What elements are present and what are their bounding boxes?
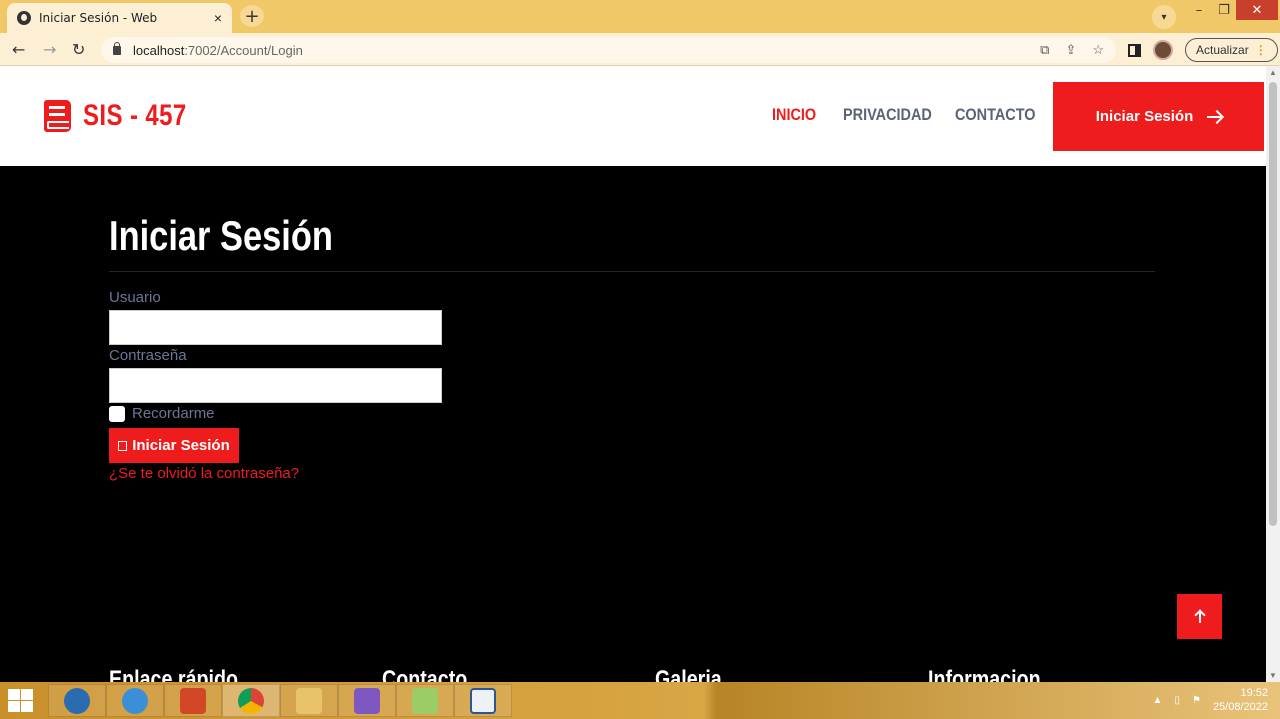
browser-toolbar: ← → ↻ localhost:7002/Account/Login ⧉ ⇪ ☆… [0, 33, 1280, 66]
os-taskbar: ▲ ▯ ⚑ 19:52 25/08/2022 [0, 682, 1280, 719]
share-icon[interactable]: ⇪ [1065, 42, 1076, 58]
update-label: Actualizar [1196, 43, 1249, 57]
clock-time: 19:52 [1240, 687, 1268, 699]
footer-heading-links: Enlace rápido [109, 666, 239, 682]
close-window-button[interactable]: ✕ [1236, 0, 1278, 20]
forgot-password-link[interactable]: ¿Se te olvidó la contraseña? [109, 465, 299, 482]
login-submit-button[interactable]: Iniciar Sesión [109, 428, 239, 463]
footer-heading-contact: Contacto [382, 666, 468, 682]
browser-tab[interactable]: Iniciar Sesión - Web × [7, 3, 232, 33]
bookmark-star-icon[interactable]: ☆ [1092, 42, 1104, 58]
system-tray: ▲ ▯ ⚑ 19:52 25/08/2022 [1153, 686, 1268, 714]
scroll-down-icon[interactable]: ▼ [1269, 671, 1277, 680]
powerpoint-icon[interactable] [164, 684, 222, 717]
header-login-button[interactable]: Iniciar Sesión [1053, 82, 1264, 151]
password-label: Contraseña [109, 347, 187, 364]
visual-studio-icon[interactable] [338, 684, 396, 717]
toolbar-right: Actualizar ⋮ [1128, 38, 1278, 62]
url-host: localhost [133, 42, 185, 58]
menu-dots-icon: ⋮ [1254, 43, 1267, 57]
flag-icon[interactable]: ⚑ [1192, 695, 1201, 706]
missing-glyph-icon [118, 440, 128, 451]
nav-link-privacidad[interactable]: PRIVACIDAD [843, 105, 932, 125]
url-text: localhost:7002/Account/Login [133, 43, 303, 58]
side-panel-icon[interactable] [1128, 43, 1141, 57]
scrollbar-thumb[interactable] [1269, 82, 1277, 526]
notepad-icon[interactable] [396, 684, 454, 717]
scroll-up-icon[interactable]: ▲ [1269, 68, 1277, 77]
omnibox-actions: ⧉ ⇪ ☆ [1040, 42, 1104, 58]
username-input[interactable] [109, 310, 442, 345]
tab-title: Iniciar Sesión - Web [39, 11, 158, 25]
search-app-icon[interactable] [48, 684, 106, 717]
internet-explorer-icon[interactable] [106, 684, 164, 717]
tab-search-icon[interactable]: ▾ [1152, 5, 1176, 29]
arrow-up-icon [1198, 610, 1201, 623]
remember-me: Recordarme [109, 405, 215, 422]
profile-avatar[interactable] [1153, 40, 1173, 60]
globe-icon [17, 11, 31, 25]
windows-start-icon[interactable] [6, 688, 34, 713]
window-app-icon[interactable] [454, 684, 512, 717]
scroll-to-top-button[interactable] [1177, 594, 1222, 639]
address-bar[interactable]: localhost:7002/Account/Login ⧉ ⇪ ☆ [101, 37, 1116, 63]
arrow-right-icon [1207, 115, 1222, 118]
title-divider [109, 271, 1155, 272]
page-title: Iniciar Sesión [109, 212, 333, 259]
tab-close-icon[interactable]: × [214, 10, 222, 26]
forward-icon[interactable]: → [43, 40, 56, 59]
remember-label[interactable]: Recordarme [132, 405, 215, 422]
url-path: :7002/Account/Login [184, 42, 303, 58]
maximize-button[interactable]: ❐ [1212, 0, 1236, 20]
chrome-icon[interactable] [222, 684, 280, 717]
site-header: SIS - 457 INICIO PRIVACIDAD CONTACTO Ini… [0, 66, 1266, 166]
page-scrollbar[interactable]: ▲ ▼ [1266, 66, 1280, 682]
browser-tab-strip: Iniciar Sesión - Web × + ▾ – ❐ ✕ [0, 0, 1280, 33]
tray-expand-icon[interactable]: ▲ [1153, 695, 1163, 706]
lock-icon[interactable] [113, 41, 121, 55]
username-label: Usuario [109, 289, 161, 306]
password-input[interactable] [109, 368, 442, 403]
new-tab-button[interactable]: + [240, 5, 264, 27]
file-explorer-icon[interactable] [280, 684, 338, 717]
nav-link-inicio[interactable]: INICIO [772, 105, 816, 125]
web-page: SIS - 457 INICIO PRIVACIDAD CONTACTO Ini… [0, 66, 1266, 682]
reload-icon[interactable]: ↻ [72, 40, 85, 59]
remember-checkbox[interactable] [109, 405, 125, 422]
clock-date: 25/08/2022 [1212, 701, 1268, 713]
footer-heading-gallery: Galeria [655, 666, 722, 682]
book-icon [44, 100, 71, 132]
brand-name: SIS - 457 [83, 99, 187, 132]
nav-link-contacto[interactable]: CONTACTO [955, 105, 1036, 125]
clock[interactable]: 19:52 25/08/2022 [1213, 686, 1268, 714]
submit-label: Iniciar Sesión [132, 437, 230, 454]
network-icon[interactable]: ▯ [1174, 695, 1180, 706]
translate-icon[interactable]: ⧉ [1040, 42, 1049, 58]
minimize-button[interactable]: – [1186, 0, 1212, 20]
update-button[interactable]: Actualizar ⋮ [1185, 38, 1278, 62]
header-login-label: Iniciar Sesión [1095, 108, 1194, 125]
footer-heading-info: Informacion [928, 666, 1041, 682]
brand-logo[interactable]: SIS - 457 [44, 99, 213, 133]
back-icon[interactable]: ← [12, 40, 25, 59]
